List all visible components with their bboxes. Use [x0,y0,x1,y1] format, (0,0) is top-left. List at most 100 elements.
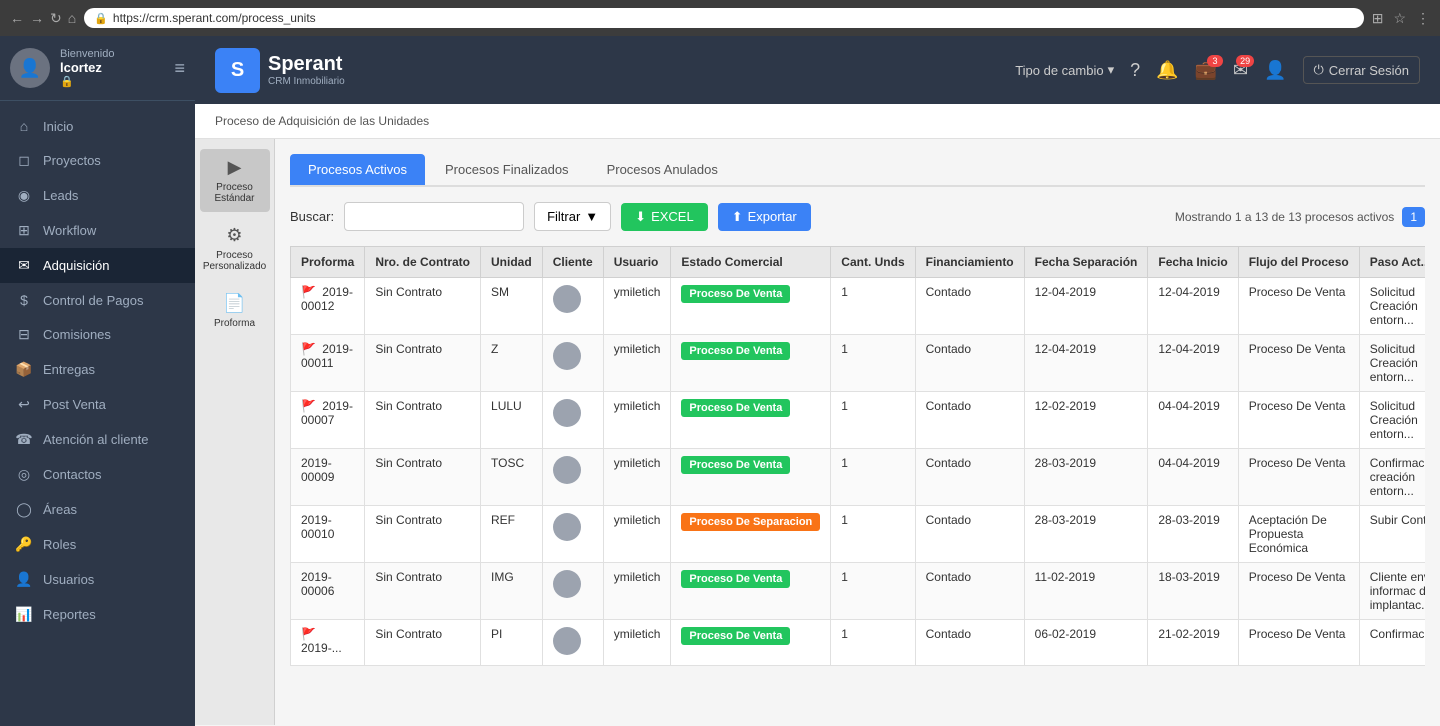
cell-flujo: Proceso De Venta [1238,620,1359,666]
help-btn[interactable]: ? [1130,60,1140,81]
leads-icon: ◉ [15,187,33,204]
cell-paso: Solicitud Creación entorn... [1359,278,1425,335]
status-badge: Proceso De Venta [681,399,790,417]
process-sidebar-item-estandar[interactable]: ▶ Proceso Estándar [200,149,270,212]
avatar [553,456,581,484]
search-input[interactable] [344,202,524,231]
cell-estado: Proceso De Venta [671,563,831,620]
star-icon[interactable]: ☆ [1393,10,1406,27]
tab-activos[interactable]: Procesos Activos [290,154,425,185]
cell-fecha-sep: 12-02-2019 [1024,392,1148,449]
page-number[interactable]: 1 [1402,207,1425,227]
post-venta-icon: ↩ [15,396,33,413]
cell-fecha-sep: 28-03-2019 [1024,449,1148,506]
cell-estado: Proceso De Venta [671,392,831,449]
back-btn[interactable]: ← [10,10,24,26]
tab-finalizados[interactable]: Procesos Finalizados [427,154,587,185]
table-row[interactable]: 2019-00006 Sin Contrato IMG ymiletich Pr… [291,563,1426,620]
sidebar-item-leads[interactable]: ◉ Leads [0,178,195,213]
export-label: Exportar [748,209,797,224]
status-badge: Proceso De Venta [681,627,790,645]
mail-badge: 29 [1236,55,1254,67]
home-btn[interactable]: ⌂ [68,10,76,26]
menu-toggle-icon[interactable]: ≡ [174,58,185,79]
control-pagos-icon: $ [15,292,33,308]
sidebar-item-roles[interactable]: 🔑 Roles [0,527,195,562]
table-row[interactable]: 🚩 2019-00012 Sin Contrato SM ymiletich P… [291,278,1426,335]
search-label: Buscar: [290,209,334,224]
excel-button[interactable]: ⬇ EXCEL [621,203,708,231]
sidebar-label-leads: Leads [43,188,78,203]
sidebar-item-control-pagos[interactable]: $ Control de Pagos [0,283,195,317]
col-flujo: Flujo del Proceso [1238,247,1359,278]
user-profile-icon[interactable]: 👤 [1264,60,1286,81]
content-area: ▶ Proceso Estándar ⚙ Proceso Personaliza… [195,139,1440,725]
roles-icon: 🔑 [15,536,33,553]
col-estado: Estado Comercial [671,247,831,278]
briefcase-icon[interactable]: 💼3 [1195,60,1217,81]
cell-unidad: PI [481,620,543,666]
cell-financiamiento: Contado [915,278,1024,335]
table-row[interactable]: 🚩 2019-... Sin Contrato PI ymiletich Pro… [291,620,1426,666]
cell-cliente [542,392,603,449]
cell-fecha-sep: 12-04-2019 [1024,278,1148,335]
process-sidebar-item-personalizado[interactable]: ⚙ Proceso Personalizado [200,217,270,280]
cell-unidad: IMG [481,563,543,620]
cell-fecha-ini: 12-04-2019 [1148,278,1238,335]
tab-anulados[interactable]: Procesos Anulados [589,154,736,185]
cell-fecha-sep: 11-02-2019 [1024,563,1148,620]
app-wrapper: 👤 Bienvenido lcortez 🔒 ≡ ⌂ Inicio ◻ Proy… [0,36,1440,726]
browser-url[interactable]: 🔒 https://crm.sperant.com/process_units [84,8,1364,28]
chevron-down-icon: ▾ [1108,62,1115,78]
sidebar-item-entregas[interactable]: 📦 Entregas [0,352,195,387]
cell-cliente [542,335,603,392]
status-badge: Proceso De Venta [681,285,790,303]
table-row[interactable]: 🚩 2019-00007 Sin Contrato LULU ymiletich… [291,392,1426,449]
cell-contrato: Sin Contrato [365,392,481,449]
menu-icon[interactable]: ⋮ [1416,10,1430,27]
mail-icon[interactable]: ✉29 [1233,60,1248,81]
cell-proforma: 🚩 2019-... [291,620,365,666]
table-row[interactable]: 2019-00009 Sin Contrato TOSC ymiletich P… [291,449,1426,506]
sidebar-label-areas: Áreas [43,502,77,517]
table-row[interactable]: 2019-00010 Sin Contrato REF ymiletich Pr… [291,506,1426,563]
sidebar-item-comisiones[interactable]: ⊟ Comisiones [0,317,195,352]
refresh-btn[interactable]: ↻ [50,10,62,27]
sidebar-item-areas[interactable]: ◯ Áreas [0,492,195,527]
process-sidebar-item-proforma[interactable]: 📄 Proforma [200,285,270,337]
forward-btn[interactable]: → [30,10,44,26]
cerrar-sesion-btn[interactable]: ⏻ Cerrar Sesión [1303,56,1421,84]
table-row[interactable]: 🚩 2019-00011 Sin Contrato Z ymiletich Pr… [291,335,1426,392]
proforma-icon: 📄 [223,293,245,314]
sidebar-item-post-venta[interactable]: ↩ Post Venta [0,387,195,422]
browser-nav[interactable]: ← → ↻ ⌂ [10,10,76,27]
sidebar: 👤 Bienvenido lcortez 🔒 ≡ ⌂ Inicio ◻ Proy… [0,36,195,726]
sidebar-item-proyectos[interactable]: ◻ Proyectos [0,143,195,178]
cell-usuario: ymiletich [603,620,671,666]
cell-paso: Solicitud Creación entorn... [1359,392,1425,449]
col-proforma: Proforma [291,247,365,278]
sidebar-item-contactos[interactable]: ◎ Contactos [0,457,195,492]
sidebar-item-adquisicion[interactable]: ✉ Adquisición [0,248,195,283]
cell-estado: Proceso De Venta [671,620,831,666]
avatar: 👤 [10,48,50,88]
sidebar-item-reportes[interactable]: 📊 Reportes [0,597,195,632]
sidebar-item-atencion-cliente[interactable]: ☎ Atención al cliente [0,422,195,457]
filter-button[interactable]: Filtrar ▼ [534,202,611,231]
cell-usuario: ymiletich [603,449,671,506]
export-button[interactable]: ⬆ Exportar [718,203,811,231]
cell-paso: Confirmac... [1359,620,1425,666]
sidebar-item-usuarios[interactable]: 👤 Usuarios [0,562,195,597]
sidebar-label-roles: Roles [43,537,76,552]
reportes-icon: 📊 [15,606,33,623]
sidebar-item-workflow[interactable]: ⊞ Workflow [0,213,195,248]
sidebar-item-inicio[interactable]: ⌂ Inicio [0,109,195,143]
cell-proforma: 2019-00009 [291,449,365,506]
cell-financiamiento: Contado [915,392,1024,449]
cell-financiamiento: Contado [915,449,1024,506]
col-fecha-sep: Fecha Separación [1024,247,1148,278]
cell-fecha-ini: 04-04-2019 [1148,449,1238,506]
sidebar-label-usuarios: Usuarios [43,572,94,587]
notification-bell-icon[interactable]: 🔔 [1156,60,1178,81]
tipo-cambio-btn[interactable]: Tipo de cambio ▾ [1015,62,1114,78]
